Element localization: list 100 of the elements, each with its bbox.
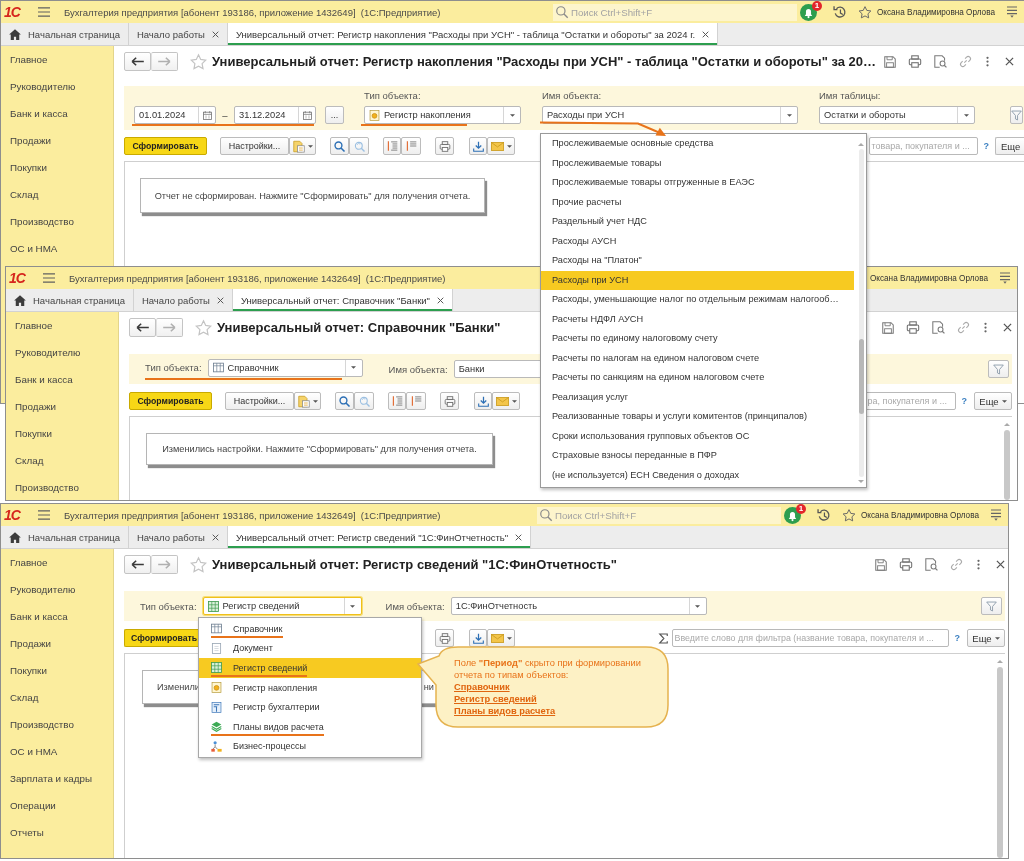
more-icon[interactable] <box>977 559 980 570</box>
menu-icon[interactable] <box>1007 6 1017 18</box>
list-item[interactable]: Расчеты по единому налоговому счету <box>541 329 854 349</box>
list-item[interactable]: Прочие расчеты <box>541 192 854 212</box>
list-item[interactable]: Расчеты НДФЛ АУСН <box>541 309 854 329</box>
tab[interactable]: Начало работы <box>133 289 233 311</box>
close-icon[interactable] <box>996 560 1005 569</box>
list-item[interactable]: Регистр накопления <box>199 677 421 698</box>
sidebar-item[interactable]: Операции <box>1 792 113 819</box>
filter-button[interactable] <box>988 360 1009 378</box>
list-item[interactable]: Раздельный учет НДС <box>541 212 854 232</box>
history-icon[interactable] <box>816 508 831 522</box>
email-button[interactable] <box>492 392 520 410</box>
more-icon[interactable] <box>984 322 987 333</box>
home-tab[interactable]: Начальная страница <box>1 526 129 548</box>
sidebar-item[interactable]: Отчеты <box>1 819 113 846</box>
object-type-dropdown[interactable]: Регистр сведений <box>202 597 362 615</box>
caret-icon[interactable] <box>351 366 357 369</box>
list-item[interactable]: Сроки использования групповых объектов ОС <box>541 426 854 446</box>
sidebar-item[interactable]: Продажи <box>1 127 113 154</box>
close-icon[interactable] <box>211 30 219 38</box>
sidebar-item[interactable]: Продажи <box>6 393 118 420</box>
expand-groups-button[interactable] <box>383 137 401 155</box>
filter-button[interactable] <box>981 597 1002 615</box>
sidebar-item[interactable]: Банк и касса <box>1 603 113 630</box>
list-item[interactable]: Прослеживаемые товары отгруженные в ЕАЭС <box>541 173 854 193</box>
sidebar-item[interactable]: Руководителю <box>1 576 113 603</box>
menu-icon[interactable] <box>38 510 50 520</box>
list-item[interactable]: Справочник <box>199 619 421 639</box>
star-icon[interactable] <box>190 556 207 573</box>
print-button[interactable] <box>440 392 459 410</box>
email-button[interactable] <box>487 137 515 155</box>
close-icon[interactable] <box>1005 57 1014 66</box>
generate-button[interactable]: Сформировать <box>129 392 212 410</box>
sidebar-item[interactable]: Зарплата и кадры <box>1 765 113 792</box>
menu-icon[interactable] <box>1000 272 1010 284</box>
list-item[interactable]: Регистр бухгалтерии <box>199 697 421 717</box>
star-icon[interactable] <box>190 53 207 70</box>
generate-button[interactable]: Сформировать <box>124 137 207 155</box>
settings-button[interactable]: Настройки... <box>220 137 289 155</box>
list-item[interactable]: Реализация услуг <box>541 387 854 407</box>
help-link[interactable]: ? <box>954 633 960 643</box>
list-item[interactable]: (не используется) ЕСН Сведения о доходах <box>541 465 854 485</box>
close-icon[interactable] <box>216 296 224 304</box>
close-icon[interactable] <box>702 30 710 38</box>
home-tab[interactable]: Начальная страница <box>6 289 134 311</box>
print-button[interactable] <box>435 629 454 647</box>
caret-icon[interactable] <box>786 113 792 117</box>
tab[interactable]: Начало работы <box>128 23 228 45</box>
save-icon[interactable] <box>875 558 887 571</box>
printer-icon[interactable] <box>908 55 922 68</box>
collapse-groups-button[interactable] <box>406 392 426 410</box>
sidebar-item[interactable]: Банк и касса <box>6 366 118 393</box>
home-tab[interactable]: Начальная страница <box>1 23 129 45</box>
list-item[interactable]: Расчеты по налогам на едином налоговом счете <box>541 348 854 368</box>
report-variant-button[interactable] <box>294 392 321 410</box>
sum-icon[interactable] <box>658 632 668 644</box>
preview-icon[interactable] <box>934 55 947 68</box>
tab[interactable]: Начало работы <box>128 526 228 548</box>
settings-button[interactable]: Настройки... <box>225 392 294 410</box>
scroll-up-icon[interactable] <box>1003 423 1010 426</box>
menu-icon[interactable] <box>38 7 50 17</box>
star-icon[interactable] <box>841 508 856 522</box>
back-button[interactable] <box>129 318 156 337</box>
print-button[interactable] <box>435 137 454 155</box>
sidebar-item[interactable]: Производство <box>6 474 118 500</box>
scrollbar-thumb[interactable] <box>996 667 1003 858</box>
list-item[interactable]: Страховые взносы переданные в ПФР <box>541 446 854 466</box>
generate-button[interactable]: Сформировать <box>124 629 199 647</box>
sidebar-item[interactable]: Склад <box>1 684 113 711</box>
sidebar-item[interactable]: Банк и касса <box>1 100 113 127</box>
tab[interactable]: Универсальный отчет: Справочник "Банки" <box>232 289 453 311</box>
sidebar-item[interactable]: Производство <box>1 208 113 235</box>
scroll-down-icon[interactable] <box>858 480 864 483</box>
sidebar-item[interactable]: Продажи <box>1 630 113 657</box>
list-item[interactable]: Прослеживаемые основные средства <box>541 134 854 154</box>
save-icon[interactable] <box>882 321 894 334</box>
date-field[interactable]: 31.12.2024 <box>234 106 316 124</box>
email-button[interactable] <box>487 629 515 647</box>
user-name[interactable]: Оксана Владимировна Орлова <box>876 7 995 17</box>
bell-icon[interactable] <box>799 3 817 21</box>
sidebar-item[interactable]: Руководителю <box>1 73 113 100</box>
list-item[interactable]: Расчеты по санкциям на едином налоговом счете <box>541 368 854 388</box>
caret-icon[interactable] <box>963 113 969 117</box>
list-item[interactable]: Расходы при УСН <box>541 270 854 290</box>
list-item[interactable]: Расходы, уменьшающие налог по отдельным режимам налогооб… <box>541 290 854 310</box>
menu-icon[interactable] <box>43 273 55 283</box>
preview-icon[interactable] <box>925 558 938 571</box>
close-icon[interactable] <box>515 533 523 541</box>
printer-icon[interactable] <box>906 321 920 334</box>
calendar-icon[interactable] <box>302 110 312 120</box>
list-item[interactable]: Расходы на "Платон" <box>541 251 854 271</box>
link-icon[interactable] <box>957 321 970 334</box>
caret-icon[interactable] <box>695 604 701 608</box>
printer-icon[interactable] <box>899 558 913 571</box>
download-button[interactable] <box>469 137 487 155</box>
object-name-dropdown[interactable]: 1С:ФинОтчетность <box>450 597 707 615</box>
calendar-icon[interactable] <box>202 110 212 120</box>
sidebar-item[interactable]: ОС и НМА <box>1 235 113 262</box>
sidebar-item[interactable]: Главное <box>1 549 113 576</box>
